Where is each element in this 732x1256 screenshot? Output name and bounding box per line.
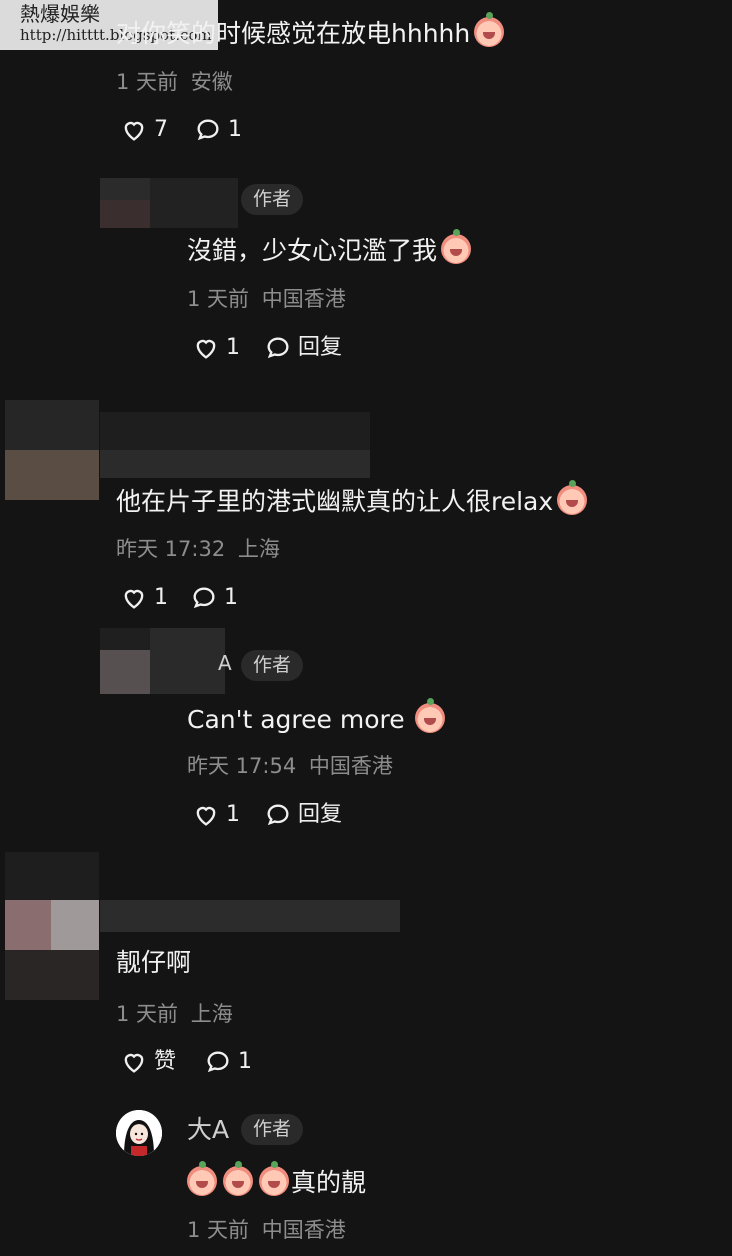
comment-text-content: 他在片子里的港式幽默真的让人很relax — [116, 487, 554, 516]
reply-label: 回复 — [298, 802, 343, 827]
comment-bubble-icon — [197, 119, 219, 141]
blurred-avatar — [100, 628, 150, 650]
shy-emoji-icon — [441, 229, 472, 264]
shy-emoji-icon — [414, 698, 445, 733]
reply-count: 1 — [238, 1049, 252, 1074]
comment-button[interactable]: 1 — [204, 1048, 252, 1076]
shy-emoji-icon — [259, 1161, 289, 1196]
comment-location: 上海 — [190, 1002, 233, 1026]
reply-time: 1 天前 — [187, 287, 250, 311]
reply-count: 1 — [228, 117, 242, 142]
author-badge: 作者 — [241, 650, 304, 681]
heart-eyes-emoji-icon — [474, 12, 505, 47]
like-count: 7 — [154, 117, 168, 142]
blurred-avatar — [5, 852, 99, 900]
blurred-avatar-part — [51, 900, 99, 950]
reply-text: Can't agree more — [187, 698, 445, 734]
comment-time: 昨天 17:32 — [116, 537, 226, 561]
reply-button[interactable]: 回复 — [264, 334, 342, 362]
reply-count: 1 — [224, 585, 238, 610]
comment-text: 他在片子里的港式幽默真的让人很relax — [116, 480, 588, 516]
laughing-emoji-icon — [557, 480, 588, 515]
reply-location: 中国香港 — [308, 754, 393, 778]
author-badge: 作者 — [241, 1114, 304, 1145]
blurred-avatar-part — [5, 950, 99, 1000]
reply-location: 中国香港 — [261, 287, 346, 311]
watermark-title: 熱爆娛樂 — [20, 2, 100, 26]
heart-icon — [124, 121, 144, 141]
reply-text: 真的靚 — [187, 1161, 367, 1197]
reply-button[interactable]: 回复 — [264, 801, 342, 829]
comment-meta: 1 天前 上海 — [116, 1004, 233, 1025]
heart-icon — [124, 589, 144, 609]
blurred-username — [100, 412, 370, 450]
avatar-illustration — [116, 1110, 162, 1156]
reply-author: A — [218, 651, 232, 675]
comment-button[interactable]: 1 — [190, 584, 238, 612]
comment-time: 1 天前 — [116, 70, 179, 94]
comment-text: 对你笑的时候感觉在放电hhhhh — [116, 12, 505, 48]
heart-icon — [124, 1053, 144, 1073]
blurred-avatar-part — [100, 200, 150, 228]
blurred-username — [150, 178, 238, 228]
like-count: 1 — [226, 802, 240, 827]
like-count: 1 — [154, 585, 168, 610]
like-count: 1 — [226, 335, 240, 360]
heart-icon — [196, 806, 216, 826]
comment-bubble-icon — [267, 804, 289, 826]
avatar[interactable] — [116, 1110, 162, 1156]
like-button[interactable]: 1 — [120, 584, 168, 612]
shy-emoji-icon — [187, 1161, 217, 1196]
blurred-avatar-part — [100, 650, 150, 694]
comment-meta: 昨天 17:32 上海 — [116, 539, 280, 560]
like-label: 赞 — [154, 1049, 177, 1074]
blurred-avatar-part — [5, 900, 51, 950]
reply-text-content: 真的靚 — [291, 1168, 367, 1197]
comment-text: 靓仔啊 — [116, 948, 192, 977]
reply-time: 昨天 17:54 — [187, 754, 297, 778]
reply-time: 1 天前 — [187, 1218, 250, 1242]
comment-location: 安徽 — [190, 70, 233, 94]
comment-bubble-icon — [207, 1051, 229, 1073]
blurred-username-part — [100, 450, 370, 478]
reply-text-content: 沒錯，少女心氾濫了我 — [187, 236, 438, 265]
blurred-avatar-part — [5, 450, 99, 500]
reply-meta: 1 天前 中国香港 — [187, 289, 346, 310]
like-button[interactable]: 赞 — [120, 1048, 176, 1076]
reply-label: 回复 — [298, 335, 343, 360]
blurred-avatar — [5, 400, 99, 450]
heart-icon — [196, 339, 216, 359]
blurred-username — [100, 900, 400, 932]
comment-bubble-icon — [267, 337, 289, 359]
like-button[interactable]: 1 — [192, 334, 240, 362]
comment-time: 1 天前 — [116, 1002, 179, 1026]
reply-text-content: Can't agree more — [187, 705, 405, 734]
author-badge: 作者 — [241, 184, 304, 215]
reply-meta: 昨天 17:54 中国香港 — [187, 756, 393, 777]
comment-text-content: 对你笑的时候感觉在放电hhhhh — [116, 19, 471, 48]
comment-bubble-icon — [193, 587, 215, 609]
like-button[interactable]: 7 — [120, 116, 168, 144]
reply-meta: 1 天前 中国香港 — [187, 1220, 346, 1241]
reply-text: 沒錯，少女心氾濫了我 — [187, 229, 472, 265]
shy-emoji-icon — [223, 1161, 253, 1196]
comment-location: 上海 — [237, 537, 280, 561]
comment-meta: 1 天前 安徽 — [116, 72, 233, 93]
comment-button[interactable]: 1 — [194, 116, 242, 144]
blurred-username — [150, 628, 225, 694]
reply-author: 大A — [187, 1115, 230, 1144]
like-button[interactable]: 1 — [192, 801, 240, 829]
reply-location: 中国香港 — [261, 1218, 346, 1242]
